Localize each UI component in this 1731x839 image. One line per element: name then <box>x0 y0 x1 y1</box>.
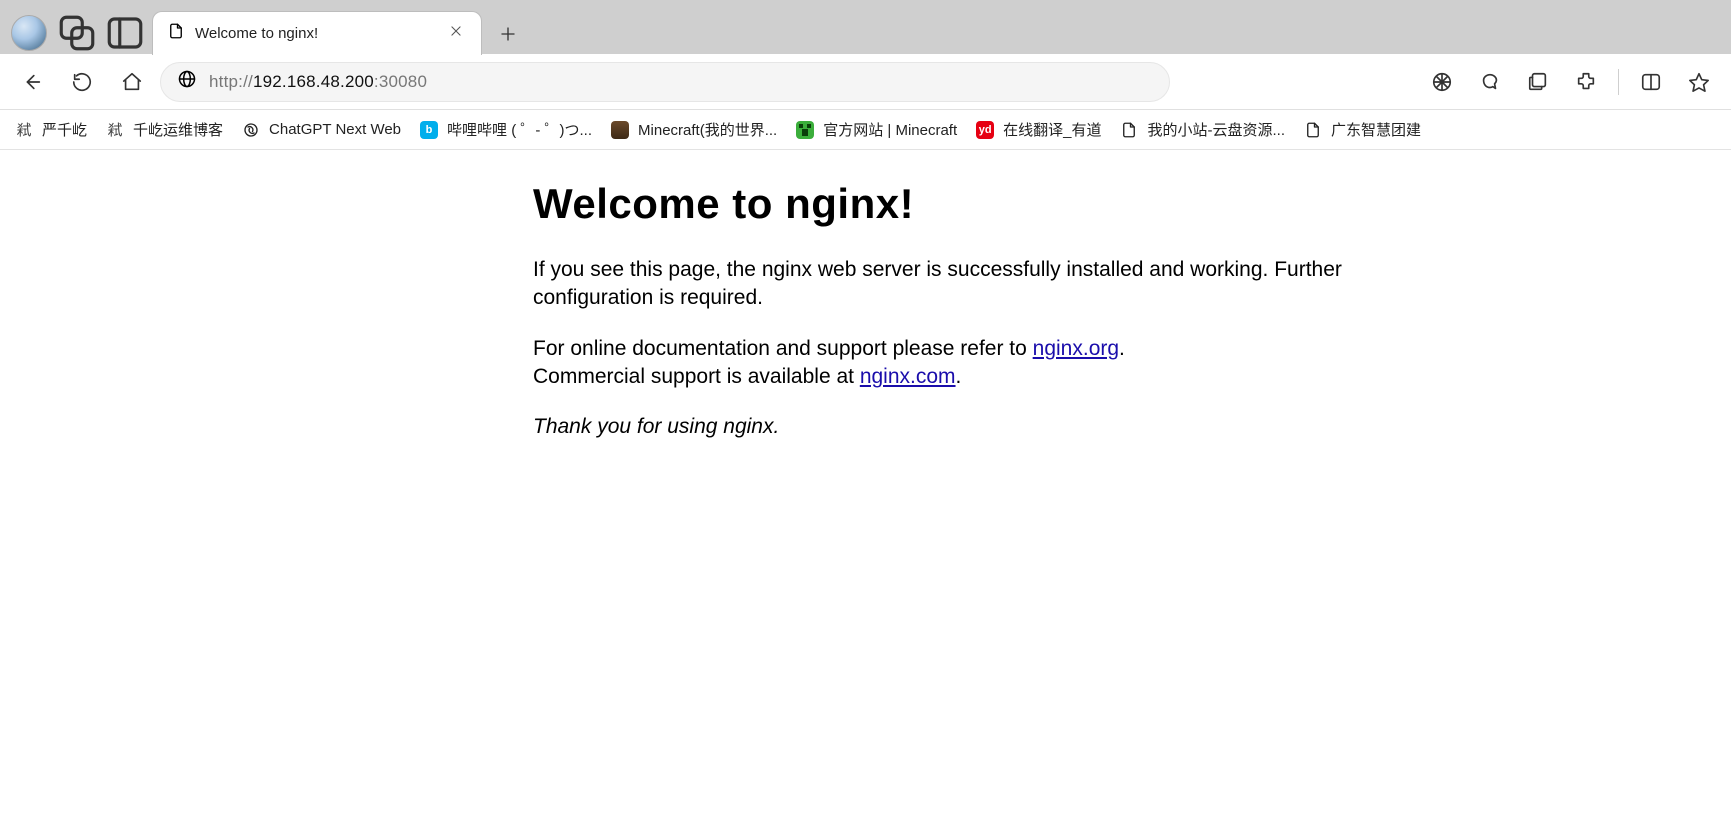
browser-chrome: Welcome to nginx! http://192.168.48.200:… <box>0 0 1731 150</box>
bookmark-label: ChatGPT Next Web <box>269 121 401 138</box>
thanks-text: Thank you for using nginx. <box>533 415 779 438</box>
bookmark-glyph-icon: 弒 <box>14 120 34 140</box>
tab-close-button[interactable] <box>445 20 467 47</box>
bilibili-icon: b <box>419 120 439 140</box>
bookmark-label: 官方网站 | Minecraft <box>823 119 957 140</box>
bookmark-item[interactable]: b 哔哩哔哩 ( ゜- ゜)つ... <box>419 119 592 140</box>
bookmark-item[interactable]: 广东智慧团建 <box>1303 119 1421 140</box>
text-fragment: Commercial support is available at <box>533 365 860 388</box>
favorites-icon[interactable] <box>1677 60 1721 104</box>
text-fragment: . <box>1119 337 1125 360</box>
links-paragraph: For online documentation and support ple… <box>533 335 1353 392</box>
page-viewport: Welcome to nginx! If you see this page, … <box>0 150 1731 839</box>
text-fragment: . <box>956 365 962 388</box>
bookmark-item[interactable]: 我的小站-云盘资源... <box>1119 119 1285 140</box>
page-icon <box>1119 120 1139 140</box>
reload-button[interactable] <box>60 60 104 104</box>
bookmark-label: 严千屹 <box>42 119 87 140</box>
extension-2-icon[interactable] <box>1468 60 1512 104</box>
bookmarks-bar: 弒 严千屹 弒 千屹运维博客 ChatGPT Next Web b 哔哩哔哩 (… <box>0 110 1731 150</box>
page-heading: Welcome to nginx! <box>533 180 1353 228</box>
chatgpt-icon <box>241 120 261 140</box>
url-port: :30080 <box>374 72 427 91</box>
text-fragment: For online documentation and support ple… <box>533 337 1033 360</box>
extensions-icon[interactable] <box>1564 60 1608 104</box>
tab-strip: Welcome to nginx! <box>0 0 1731 54</box>
collections-icon[interactable] <box>1516 60 1560 104</box>
bookmark-item[interactable]: yd 在线翻译_有道 <box>975 119 1101 140</box>
page-icon <box>1303 120 1323 140</box>
nginx-com-link[interactable]: nginx.com <box>860 365 956 388</box>
bookmark-item[interactable]: 官方网站 | Minecraft <box>795 119 957 140</box>
creeper-icon <box>795 120 815 140</box>
bookmark-label: Minecraft(我的世界... <box>638 119 777 140</box>
minecraft-block-icon <box>610 120 630 140</box>
page-favicon-icon <box>167 22 185 45</box>
back-button[interactable] <box>10 60 54 104</box>
address-text: http://192.168.48.200:30080 <box>209 72 427 92</box>
url-scheme: http:// <box>209 72 253 91</box>
bookmark-label: 在线翻译_有道 <box>1003 119 1101 140</box>
profile-avatar[interactable] <box>8 12 50 54</box>
new-tab-button[interactable] <box>488 14 528 54</box>
address-bar[interactable]: http://192.168.48.200:30080 <box>160 62 1170 102</box>
bookmark-label: 千屹运维博客 <box>133 119 223 140</box>
nginx-org-link[interactable]: nginx.org <box>1033 337 1119 360</box>
bookmark-glyph-icon: 弒 <box>105 120 125 140</box>
bookmark-label: 广东智慧团建 <box>1331 119 1421 140</box>
bookmark-item[interactable]: 弒 严千屹 <box>14 119 87 140</box>
bookmark-label: 我的小站-云盘资源... <box>1147 119 1285 140</box>
active-tab[interactable]: Welcome to nginx! <box>152 11 482 55</box>
toolbar-right <box>1420 60 1721 104</box>
tab-title: Welcome to nginx! <box>195 25 435 42</box>
site-info-icon[interactable] <box>177 69 197 94</box>
bookmark-item[interactable]: Minecraft(我的世界... <box>610 119 777 140</box>
url-host: 192.168.48.200 <box>253 72 374 91</box>
bookmark-item[interactable]: 弒 千屹运维博客 <box>105 119 223 140</box>
thanks-paragraph: Thank you for using nginx. <box>533 413 1353 441</box>
workspaces-icon[interactable] <box>56 12 98 54</box>
toolbar: http://192.168.48.200:30080 <box>0 54 1731 110</box>
nginx-welcome-page: Welcome to nginx! If you see this page, … <box>533 180 1353 442</box>
intro-paragraph: If you see this page, the nginx web serv… <box>533 256 1353 313</box>
bookmark-item[interactable]: ChatGPT Next Web <box>241 120 401 140</box>
sidebar-toggle-icon[interactable] <box>104 12 146 54</box>
bookmark-label: 哔哩哔哩 ( ゜- ゜)つ... <box>447 119 592 140</box>
split-screen-icon[interactable] <box>1629 60 1673 104</box>
extension-1-icon[interactable] <box>1420 60 1464 104</box>
separator <box>1618 69 1619 95</box>
youdao-icon: yd <box>975 120 995 140</box>
home-button[interactable] <box>110 60 154 104</box>
